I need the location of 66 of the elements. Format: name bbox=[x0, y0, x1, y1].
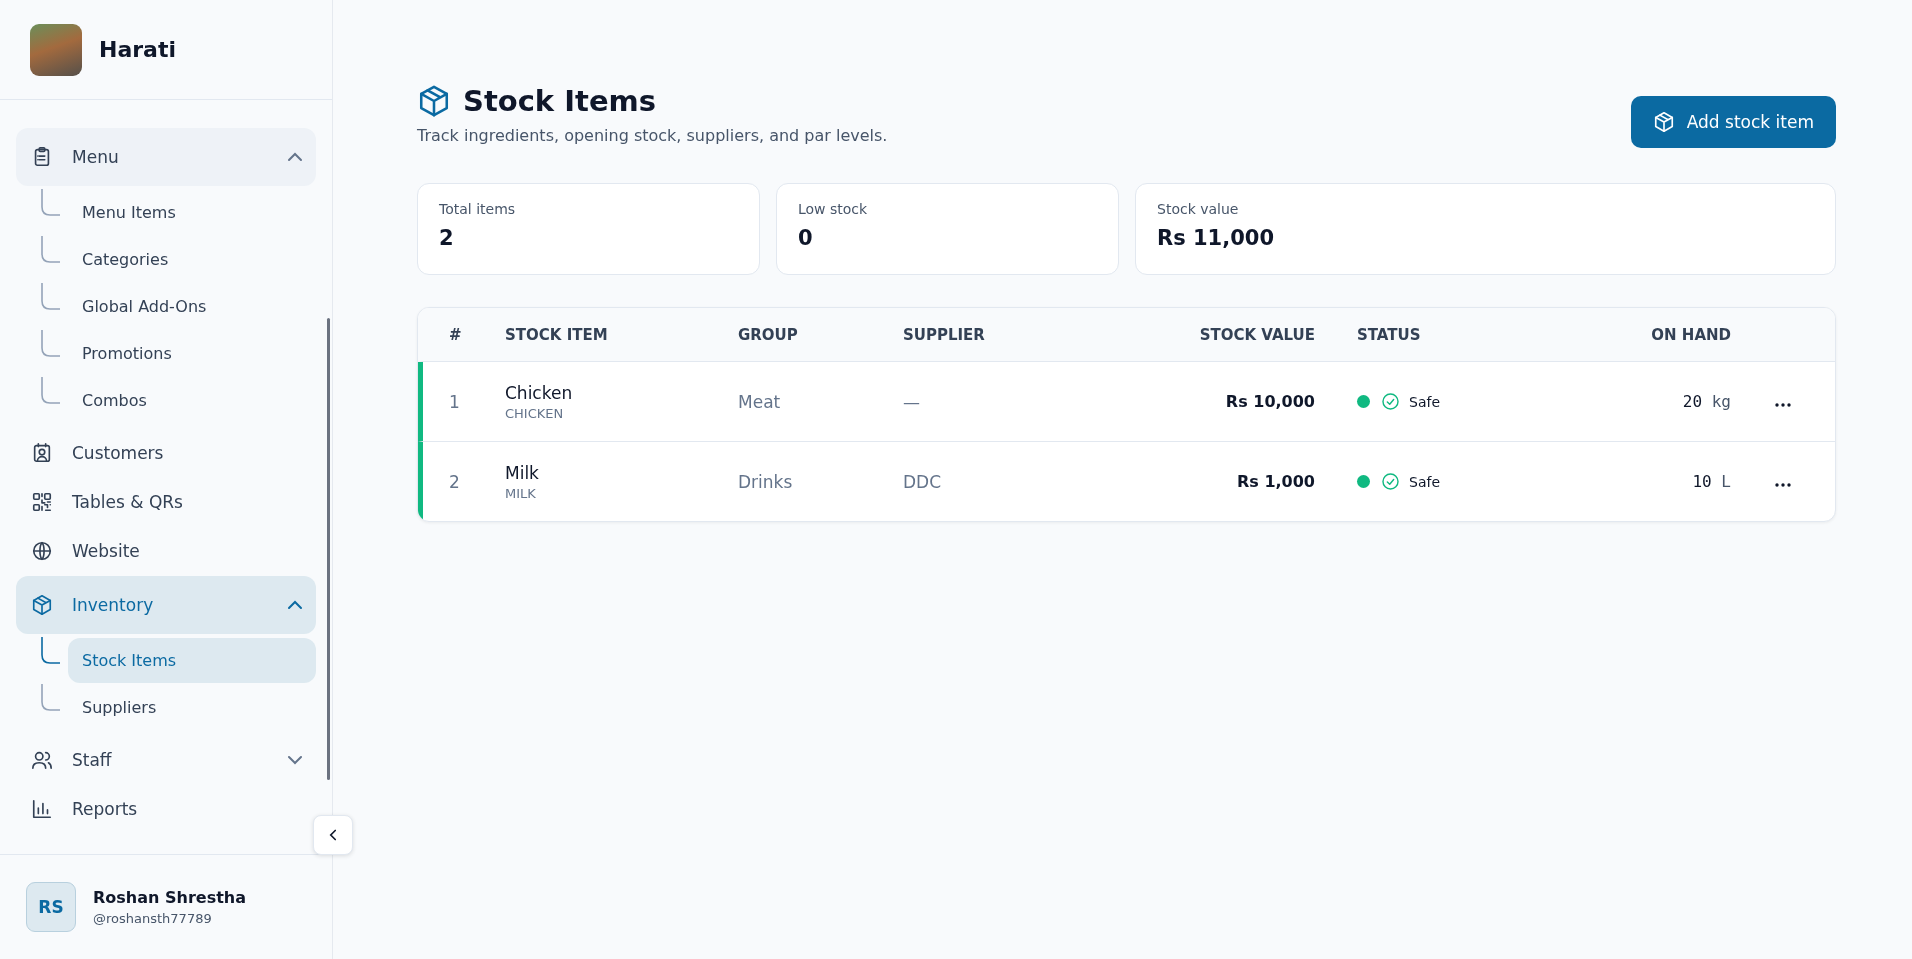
item-code: MILK bbox=[505, 485, 537, 501]
nav-subitem[interactable]: Promotions bbox=[68, 331, 316, 376]
column-header: STOCK VALUE bbox=[1198, 325, 1315, 344]
stat-label: Total items bbox=[439, 201, 517, 217]
page-title: Stock Items bbox=[463, 84, 657, 118]
more-icon bbox=[1775, 402, 1791, 407]
app-name: Harati bbox=[99, 37, 176, 62]
column-header: ON HAND bbox=[1650, 325, 1731, 344]
item-name: Milk bbox=[505, 462, 540, 483]
item-name: Chicken bbox=[505, 382, 574, 403]
nav-group[interactable]: Menu bbox=[16, 128, 316, 186]
nav-label: Customers bbox=[72, 442, 165, 463]
nav-label: Website bbox=[72, 540, 141, 561]
box-plus-icon bbox=[1652, 111, 1675, 133]
column-header: # bbox=[448, 325, 463, 344]
nav-subitem[interactable]: Menu Items bbox=[68, 190, 316, 235]
check-circle-icon bbox=[1381, 472, 1400, 491]
box-icon bbox=[30, 593, 54, 617]
stat-value: 2 bbox=[439, 226, 455, 250]
status-label: Safe bbox=[1409, 393, 1440, 410]
stat-label: Low stock bbox=[798, 201, 869, 217]
scrollbar-thumb[interactable] bbox=[327, 318, 330, 780]
check-circle-icon bbox=[1381, 392, 1400, 411]
column-header: GROUP bbox=[738, 325, 799, 344]
nav-item[interactable]: Reports bbox=[16, 785, 316, 832]
row-number: 1 bbox=[448, 391, 461, 412]
column-header: SUPPLIER bbox=[903, 325, 986, 344]
nav-subitem[interactable]: Combos bbox=[68, 378, 316, 423]
nav-label: Reports bbox=[72, 798, 139, 819]
stat-value: Rs 11,000 bbox=[1157, 226, 1276, 250]
nav-label: Tables & QRs bbox=[72, 491, 184, 512]
table-cell-text: — bbox=[903, 391, 921, 412]
nav-label: Inventory bbox=[72, 595, 155, 615]
nav-subitem[interactable]: Categories bbox=[68, 237, 316, 282]
table-cell-text: Meat bbox=[738, 391, 782, 412]
table-cell-text: Drinks bbox=[738, 471, 794, 492]
nav-subitem[interactable]: Suppliers bbox=[68, 685, 316, 730]
nav-item[interactable]: Customers bbox=[16, 429, 316, 476]
stock-value-cell-text: Rs 1,000 bbox=[1235, 472, 1315, 491]
user-handle: @roshansth77789 bbox=[93, 911, 213, 926]
nav-subitem[interactable]: Global Add-Ons bbox=[68, 284, 316, 329]
on-hand-cell-text: 20 kg bbox=[1681, 392, 1731, 411]
user-name: Roshan Shrestha bbox=[93, 888, 246, 907]
nav-item[interactable]: Website bbox=[16, 527, 316, 574]
column-header: STOCK ITEM bbox=[505, 325, 609, 344]
page-subtitle: Track ingredients, opening stock, suppliers, and par levels. bbox=[417, 126, 888, 145]
photo-placeholder bbox=[30, 23, 82, 76]
nav-subitem[interactable]: Stock Items bbox=[68, 638, 316, 683]
nav-label: Staff bbox=[72, 749, 113, 770]
item-code: CHICKEN bbox=[505, 405, 565, 421]
user-avatar: RS bbox=[26, 882, 76, 932]
box-icon bbox=[417, 84, 451, 118]
stat-label: Stock value bbox=[1157, 201, 1240, 217]
nav-group[interactable]: Inventory bbox=[16, 576, 316, 634]
nav-group[interactable]: Staff bbox=[16, 736, 316, 783]
stock-value-cell-text: Rs 10,000 bbox=[1224, 392, 1315, 411]
on-hand-cell-text: 10 L bbox=[1691, 472, 1731, 491]
table-cell-text: DDC bbox=[903, 471, 943, 492]
more-icon bbox=[1775, 482, 1791, 487]
status-label: Safe bbox=[1409, 473, 1440, 490]
add-stock-item-button[interactable]: Add stock item bbox=[1630, 96, 1836, 148]
column-header: STATUS bbox=[1356, 325, 1422, 344]
nav-item[interactable]: Tables & QRs bbox=[16, 478, 316, 525]
nav-label: Menu bbox=[72, 147, 120, 167]
row-number: 2 bbox=[448, 471, 461, 492]
stat-value: 0 bbox=[798, 226, 814, 250]
